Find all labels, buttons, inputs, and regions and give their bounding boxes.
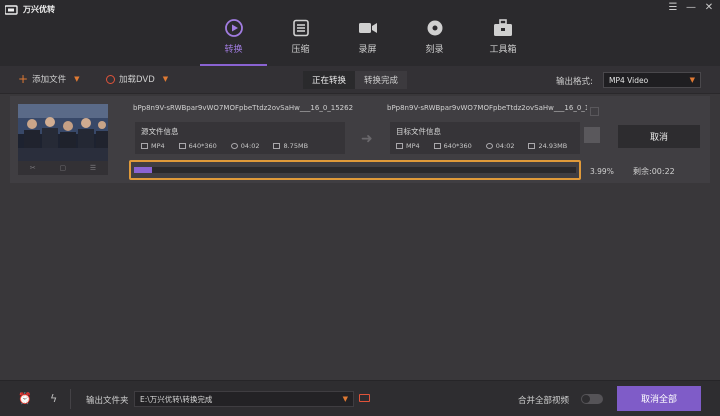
burn-icon (425, 18, 445, 38)
dvd-icon (106, 74, 115, 84)
open-folder-icon[interactable] (359, 394, 370, 402)
output-format-select[interactable]: MP4 Video ▼ (603, 72, 701, 88)
folder-icon (273, 143, 281, 149)
compress-icon (291, 18, 311, 38)
app-logo-icon (5, 4, 18, 15)
target-format: MP4 (406, 142, 420, 150)
source-resolution: 640*360 (188, 142, 217, 150)
nav-toolbox-label: 工具箱 (489, 45, 517, 55)
plus-icon: + (18, 72, 29, 86)
chevron-down-icon: ▼ (342, 395, 348, 403)
target-size: 24.93MB (538, 142, 568, 150)
video-thumbnail[interactable] (18, 104, 108, 161)
nav-record-label: 录屏 (358, 45, 377, 55)
arrow-right-icon: ➜ (361, 131, 373, 147)
target-info-box: 目标文件信息 MP4 640*360 04:02 24.93MB (390, 122, 580, 154)
divider (70, 389, 71, 409)
effects-icon[interactable]: ☰ (90, 164, 96, 172)
menu-icon[interactable]: ☰ (668, 2, 678, 13)
progress-bar (129, 160, 581, 180)
nav-convert-label: 转换 (224, 45, 243, 55)
minimize-icon[interactable]: — (686, 2, 696, 13)
source-duration: 04:02 (240, 142, 260, 150)
close-icon[interactable]: ✕ (704, 2, 714, 13)
crop-icon[interactable]: ▢ (59, 164, 66, 172)
target-resolution: 640*360 (443, 142, 472, 150)
conversion-task: ✂ ▢ ☰ bPp8n9V-sRWBpar9vWO7MOFpbeTtdz2ovS… (10, 96, 710, 183)
output-folder-label: 输出文件夹 (86, 396, 129, 406)
app-title: 万兴优转 (5, 4, 55, 15)
target-info-title: 目标文件信息 (396, 127, 441, 136)
chevron-down-icon[interactable]: ▼ (163, 75, 168, 83)
cancel-button[interactable]: 取消 (618, 125, 700, 148)
progress-percent: 3.99% (590, 167, 614, 176)
load-dvd-label: 加载DVD (119, 75, 155, 85)
nav-compress[interactable]: 压缩 (267, 18, 334, 66)
merge-videos-toggle[interactable] (581, 394, 603, 404)
trim-icon[interactable]: ✂ (30, 164, 36, 172)
chevron-down-icon: ▼ (689, 76, 695, 84)
format-icon (141, 143, 148, 149)
add-file-label: 添加文件 (32, 75, 67, 85)
lightning-icon[interactable]: ϟ (50, 392, 57, 405)
source-format: MP4 (151, 142, 165, 150)
add-file-button[interactable]: + 添加文件 ▼ (18, 73, 79, 85)
alarm-clock-icon[interactable]: ⏰ (18, 392, 32, 405)
clock-icon (485, 143, 493, 149)
nav-toolbox[interactable]: 工具箱 (468, 18, 538, 66)
resolution-icon (178, 143, 186, 149)
load-dvd-button[interactable]: 加载DVD ▼ (106, 73, 168, 85)
chevron-down-icon[interactable]: ▼ (74, 75, 79, 83)
output-path-value: E:\万兴优转\转换完成 (140, 394, 213, 404)
source-info-title: 源文件信息 (141, 127, 179, 136)
cancel-all-button[interactable]: 取消全部 (617, 386, 701, 411)
output-path-select[interactable]: E:\万兴优转\转换完成 ▼ (134, 391, 354, 407)
target-file-name: bPp8n9V-sRWBpar9vWO7MOFpbeTtdz2ovSaHw___… (387, 104, 587, 112)
output-format-value: MP4 Video (609, 75, 649, 85)
target-info-row: MP4 640*360 04:02 24.93MB (396, 142, 574, 150)
tab-converting[interactable]: 正在转换 (303, 71, 356, 89)
nav-convert[interactable]: 转换 (200, 18, 267, 66)
main-nav: 转换 压缩 录屏 刻录 工具箱 (200, 18, 538, 66)
toolbox-icon (493, 18, 513, 38)
bottom-bar: ⏰ ϟ 输出文件夹 E:\万兴优转\转换完成 ▼ 合并全部视频 取消全部 (0, 380, 720, 416)
progress-fill (134, 167, 152, 173)
progress-track (134, 167, 576, 173)
source-info-box: 源文件信息 MP4 640*360 04:02 8.75MB (135, 122, 345, 154)
folder-icon (528, 143, 536, 149)
merge-videos-label: 合并全部视频 (518, 396, 570, 406)
nav-record[interactable]: 录屏 (334, 18, 401, 66)
record-icon (358, 18, 378, 38)
top-bar: 万兴优转 ☰ — ✕ 转换 压缩 录屏 刻录 工具箱 (0, 0, 720, 66)
tab-completed[interactable]: 转换完成 (355, 71, 408, 89)
remaining-time: 剩余:00:22 (633, 167, 675, 176)
settings-button[interactable] (584, 127, 600, 143)
source-size: 8.75MB (283, 142, 309, 150)
convert-icon (224, 18, 244, 38)
nav-compress-label: 压缩 (291, 45, 310, 55)
nav-burn-label: 刻录 (425, 45, 444, 55)
format-icon (396, 143, 403, 149)
resolution-icon (433, 143, 441, 149)
app-title-text: 万兴优转 (23, 5, 55, 14)
output-format-label: 输出格式: (556, 77, 593, 87)
edit-icon[interactable] (590, 107, 599, 116)
clock-icon (230, 143, 238, 149)
source-file-name: bPp8n9V-sRWBpar9vWO7MOFpbeTtdz2ovSaHw___… (133, 104, 353, 112)
source-info-row: MP4 640*360 04:02 8.75MB (141, 142, 339, 150)
target-duration: 04:02 (495, 142, 515, 150)
window-controls: ☰ — ✕ (668, 2, 714, 13)
thumbnail-controls: ✂ ▢ ☰ (18, 161, 108, 175)
toolbar: + 添加文件 ▼ 加载DVD ▼ 正在转换 转换完成 输出格式: MP4 Vid… (0, 66, 720, 94)
nav-burn[interactable]: 刻录 (401, 18, 468, 66)
status-tabs: 正在转换 转换完成 (303, 71, 408, 89)
